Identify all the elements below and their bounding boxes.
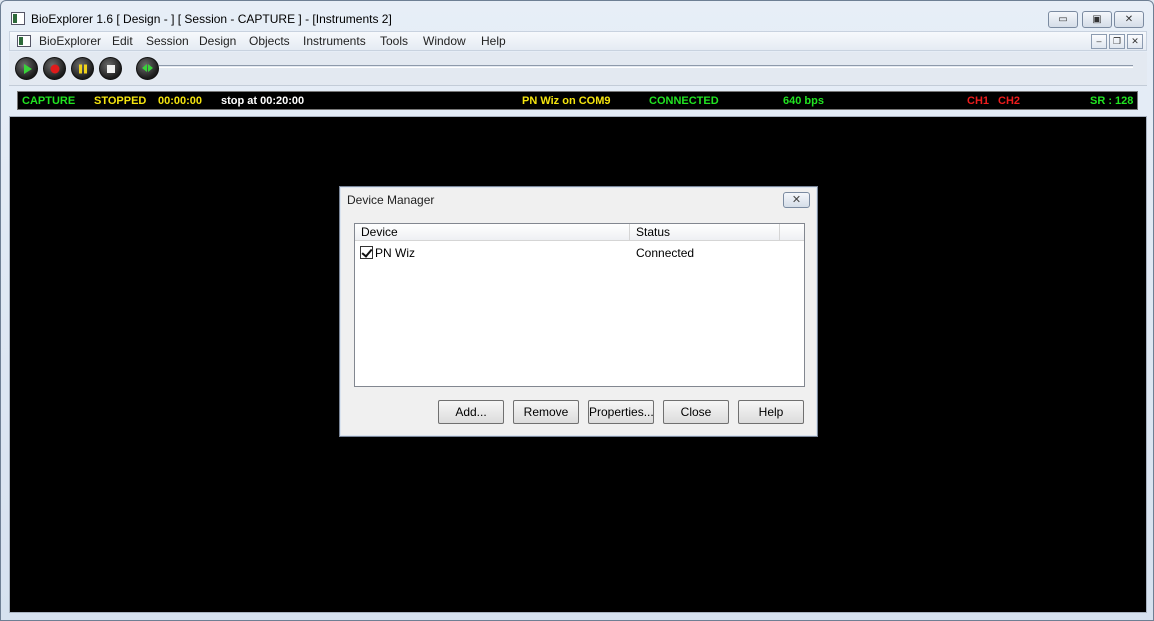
dialog-title: Device Manager [347,193,435,207]
play-icon [23,63,32,74]
mdi-restore-button[interactable]: ❐ [1109,34,1125,49]
properties-button[interactable]: Properties... [588,400,654,424]
stop-icon [106,64,115,73]
menu-design[interactable]: Design [199,34,236,48]
mdi-close-button[interactable]: ✕ [1127,34,1143,49]
device-list-header: Device Status [355,224,804,241]
device-list[interactable]: Device Status PN Wiz Connected [354,223,805,387]
maximize-button[interactable]: ▣ [1082,11,1112,28]
title-bar: BioExplorer 1.6 [ Design - ] [ Session -… [1,1,1153,31]
device-manager-dialog: Device Manager ✕ Device Status PN Wiz Co… [339,186,818,437]
status-ch1: CH1 [967,95,990,107]
close-button[interactable]: Close [663,400,729,424]
main-window: BioExplorer 1.6 [ Design - ] [ Session -… [0,0,1154,621]
list-item[interactable]: PN Wiz Connected [355,245,804,261]
session-status-bar: CAPTURE STOPPED 00:00:00 stop at 00:20:0… [17,91,1138,110]
add-device-button[interactable]: Add... [438,400,504,424]
status-bitrate: 640 bps [783,95,824,107]
menu-help[interactable]: Help [481,34,506,48]
position-slider-thumb[interactable] [136,57,159,80]
mdi-minimize-button[interactable]: – [1091,34,1107,49]
record-button[interactable] [43,57,66,80]
document-icon[interactable] [17,35,31,47]
position-slider-track[interactable] [159,65,1133,68]
status-stop-at: stop at 00:20:00 [221,95,305,107]
column-header-device[interactable]: Device [355,224,630,241]
pause-button[interactable] [71,57,94,80]
remove-device-button[interactable]: Remove [513,400,579,424]
dialog-close-button[interactable]: ✕ [783,192,810,208]
device-enabled-checkbox[interactable] [360,246,373,259]
scrub-icon [142,64,153,73]
minimize-button[interactable]: ▭ [1048,11,1078,28]
menu-tools[interactable]: Tools [380,34,408,48]
menu-objects[interactable]: Objects [249,34,290,48]
status-sample-rate: SR : 128 [1090,95,1134,107]
status-connection: CONNECTED [649,95,719,107]
window-title: BioExplorer 1.6 [ Design - ] [ Session -… [31,12,392,26]
status-elapsed: 00:00:00 [158,95,203,107]
stop-button[interactable] [99,57,122,80]
play-button[interactable] [15,57,38,80]
menu-window[interactable]: Window [423,34,466,48]
status-ch2: CH2 [998,95,1021,107]
menu-edit[interactable]: Edit [112,34,133,48]
menu-session[interactable]: Session [146,34,189,48]
device-name: PN Wiz [375,246,415,260]
record-icon [50,64,59,73]
close-window-button[interactable]: ✕ [1114,11,1144,28]
column-header-filler [780,224,804,241]
menu-bioexplorer[interactable]: BioExplorer [39,34,101,48]
status-mode: CAPTURE [22,95,76,107]
device-status: Connected [636,246,695,260]
column-header-status[interactable]: Status [630,224,780,241]
pause-icon [78,64,87,73]
transport-toolbar [9,52,1147,86]
menu-bar: BioExplorer Edit Session Design Objects … [9,31,1147,51]
status-device-port: PN Wiz on COM9 [522,95,611,107]
status-state: STOPPED [94,95,147,107]
app-icon[interactable] [11,12,25,25]
menu-instruments[interactable]: Instruments [303,34,366,48]
help-button[interactable]: Help [738,400,804,424]
